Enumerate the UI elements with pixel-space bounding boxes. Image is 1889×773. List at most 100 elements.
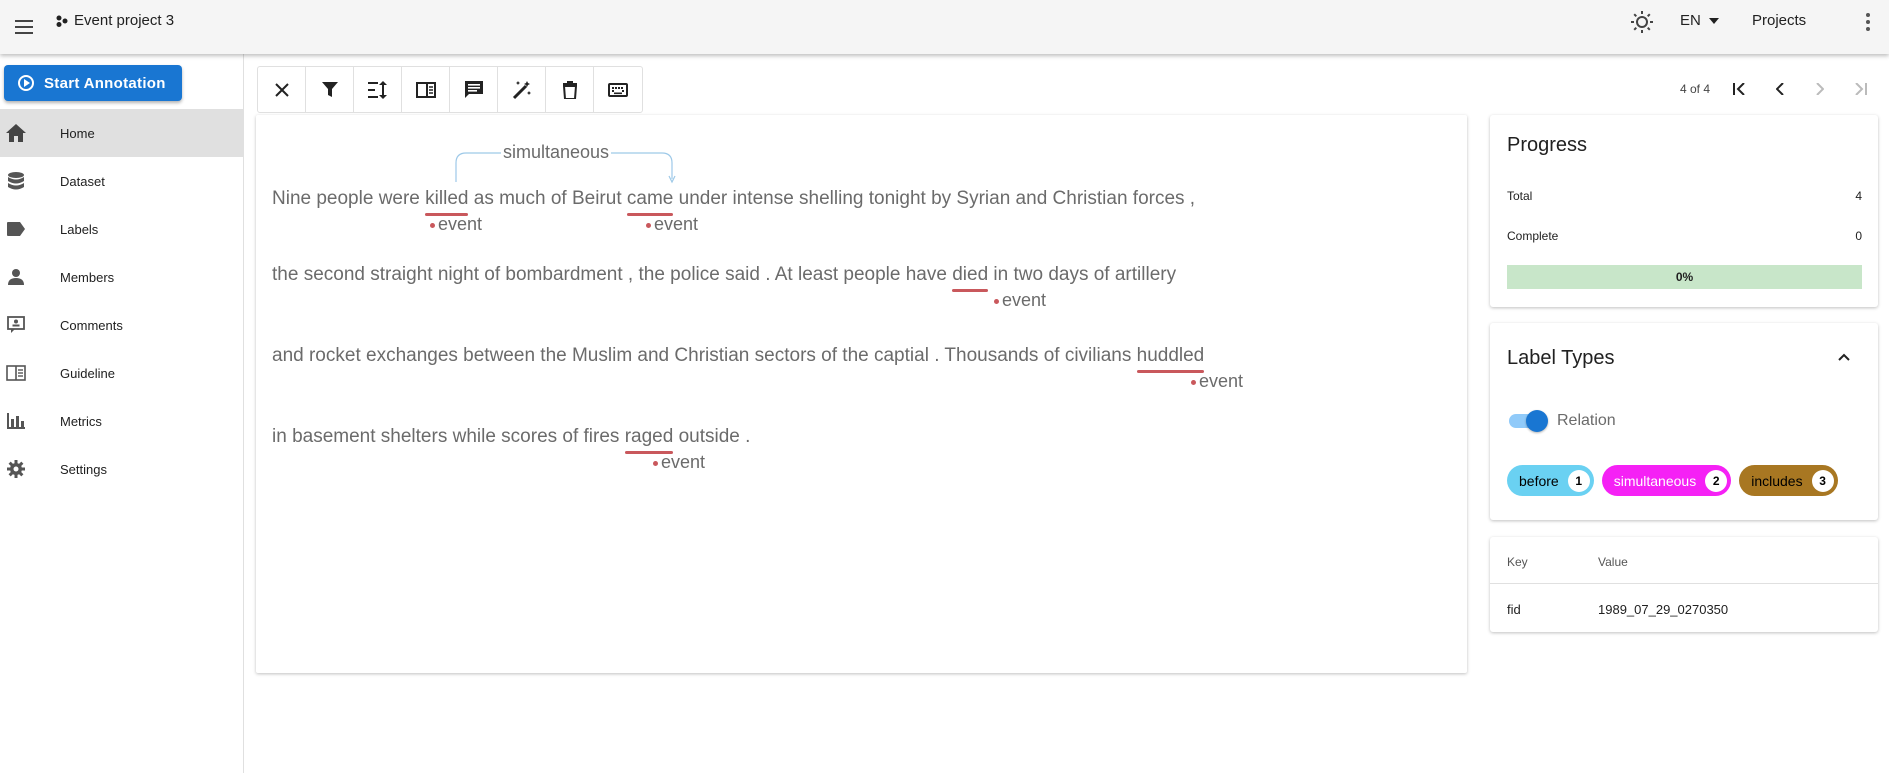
entity-label[interactable]: event — [430, 214, 482, 235]
sidebar-item-label: Metrics — [60, 413, 102, 429]
entity-span[interactable]: came — [626, 188, 674, 216]
label-icon — [6, 219, 26, 239]
account-icon — [6, 267, 26, 287]
table-header: Key Value — [1490, 537, 1878, 584]
sidebar-item-comments[interactable]: Comments — [0, 301, 244, 349]
sidebar-item-metrics[interactable]: Metrics — [0, 397, 244, 445]
database-icon — [6, 171, 26, 191]
progress-title: Progress — [1507, 134, 1588, 156]
close-icon — [274, 82, 289, 97]
comment-icon — [464, 80, 483, 98]
start-annotation-button[interactable]: Start Annotation — [4, 65, 182, 101]
entity-span[interactable]: huddled — [1136, 345, 1204, 373]
annotation-area: simultaneous Nine people were killed as … — [256, 115, 1467, 673]
menu-icon[interactable] — [6, 9, 42, 45]
sidebar-nav: Home Dataset Labels Members Comments Gui… — [0, 109, 244, 493]
sidebar-item-label: Settings — [60, 461, 107, 477]
sidebar-item-label: Labels — [60, 221, 99, 237]
sidebar-item-home[interactable]: Home — [0, 109, 244, 157]
sidebar-item-guideline[interactable]: Guideline — [0, 349, 244, 397]
metadata-table: Key Value fid 1989_07_29_0270350 — [1490, 537, 1878, 632]
entity-span[interactable]: died — [952, 264, 988, 292]
chevron-up-icon[interactable] — [1834, 347, 1854, 367]
comment-button[interactable] — [450, 67, 498, 112]
text-line: and rocket exchanges between the Muslim … — [272, 345, 1205, 373]
sidebar-item-label: Members — [60, 269, 115, 285]
label-types-card: Label Types Relation before 1 simultaneo… — [1490, 323, 1878, 520]
table-row: fid 1989_07_29_0270350 — [1507, 602, 1729, 617]
delete-button[interactable] — [546, 67, 594, 112]
chevron-left-icon — [1776, 83, 1784, 95]
progress-bar: 0% — [1507, 265, 1862, 289]
keyboard-shortcuts-button[interactable] — [594, 67, 642, 112]
app-bar: Event project 3 EN Projects — [0, 0, 1889, 54]
pagination: 4 of 4 — [1680, 78, 1880, 100]
relation-label[interactable]: simultaneous — [501, 142, 612, 163]
entity-label[interactable]: event — [653, 452, 705, 473]
sidebar: Start Annotation Home Dataset Labels Mem… — [0, 54, 244, 773]
label-chip-simultaneous[interactable]: simultaneous 2 — [1601, 465, 1732, 496]
guideline-button[interactable] — [402, 67, 450, 112]
relation-arrow — [455, 152, 676, 184]
theme-toggle-sun-icon[interactable] — [1628, 8, 1656, 36]
close-button[interactable] — [258, 67, 306, 112]
sort-button[interactable] — [354, 67, 402, 112]
home-icon — [6, 123, 26, 143]
book-open-icon — [415, 81, 436, 98]
entity-label[interactable]: event — [1191, 371, 1243, 392]
label-chip-includes[interactable]: includes 3 — [1739, 465, 1838, 496]
sidebar-item-labels[interactable]: Labels — [0, 205, 244, 253]
first-page-icon — [1733, 83, 1745, 95]
last-page-button[interactable] — [1840, 78, 1880, 100]
annotation-toolbar — [257, 66, 643, 113]
entity-span[interactable]: raged — [624, 426, 673, 454]
auto-labeling-button[interactable] — [498, 67, 546, 112]
first-page-button[interactable] — [1720, 78, 1760, 100]
relation-toggle-label: Relation — [1557, 412, 1616, 429]
entity-label[interactable]: event — [646, 214, 698, 235]
last-page-icon — [1855, 83, 1868, 95]
start-annotation-label: Start Annotation — [44, 74, 166, 92]
filter-icon — [321, 81, 338, 97]
project-icon — [56, 15, 68, 27]
project-title[interactable]: Event project 3 — [56, 12, 174, 29]
next-page-button[interactable] — [1800, 78, 1840, 100]
sidebar-item-label: Dataset — [60, 173, 105, 189]
text-line: Nine people were killed as much of Beiru… — [272, 188, 1196, 216]
entity-label[interactable]: event — [994, 290, 1046, 311]
auto-fix-icon — [512, 80, 531, 99]
gear-icon — [6, 459, 26, 479]
text-line: the second straight night of bombardment… — [272, 264, 1177, 292]
progress-total-row: Total 4 — [1507, 189, 1862, 203]
sidebar-item-members[interactable]: Members — [0, 253, 244, 301]
play-circle-icon — [18, 75, 34, 91]
project-name: Event project 3 — [74, 12, 175, 29]
progress-complete-row: Complete 0 — [1507, 229, 1862, 243]
sidebar-item-label: Home — [60, 125, 95, 141]
label-chip-before[interactable]: before 1 — [1507, 465, 1594, 496]
progress-card: Progress Total 4 Complete 0 0% — [1490, 115, 1878, 307]
page-count: 4 of 4 — [1680, 82, 1711, 96]
sort-icon — [367, 80, 387, 99]
chevron-right-icon — [1816, 83, 1825, 95]
chevron-down-icon — [1708, 17, 1719, 24]
delete-icon — [562, 80, 577, 99]
language-value: EN — [1680, 12, 1701, 29]
more-vert-icon[interactable] — [1858, 8, 1878, 36]
comment-account-icon — [6, 315, 26, 335]
relation-toggle[interactable]: Relation — [1509, 410, 1616, 432]
sidebar-item-label: Guideline — [60, 365, 115, 381]
previous-page-button[interactable] — [1760, 78, 1800, 100]
book-open-icon — [6, 363, 26, 383]
entity-span[interactable]: killed — [425, 188, 469, 216]
sidebar-item-dataset[interactable]: Dataset — [0, 157, 244, 205]
keyboard-icon — [608, 82, 628, 97]
filter-button[interactable] — [306, 67, 354, 112]
label-types-title: Label Types — [1507, 347, 1615, 369]
projects-link[interactable]: Projects — [1752, 12, 1806, 29]
language-select[interactable]: EN — [1680, 12, 1719, 29]
label-chips: before 1 simultaneous 2 includes 3 — [1507, 465, 1838, 496]
sidebar-item-settings[interactable]: Settings — [0, 445, 244, 493]
text-line: in basement shelters while scores of fir… — [272, 426, 751, 454]
bar-chart-icon — [6, 411, 26, 431]
